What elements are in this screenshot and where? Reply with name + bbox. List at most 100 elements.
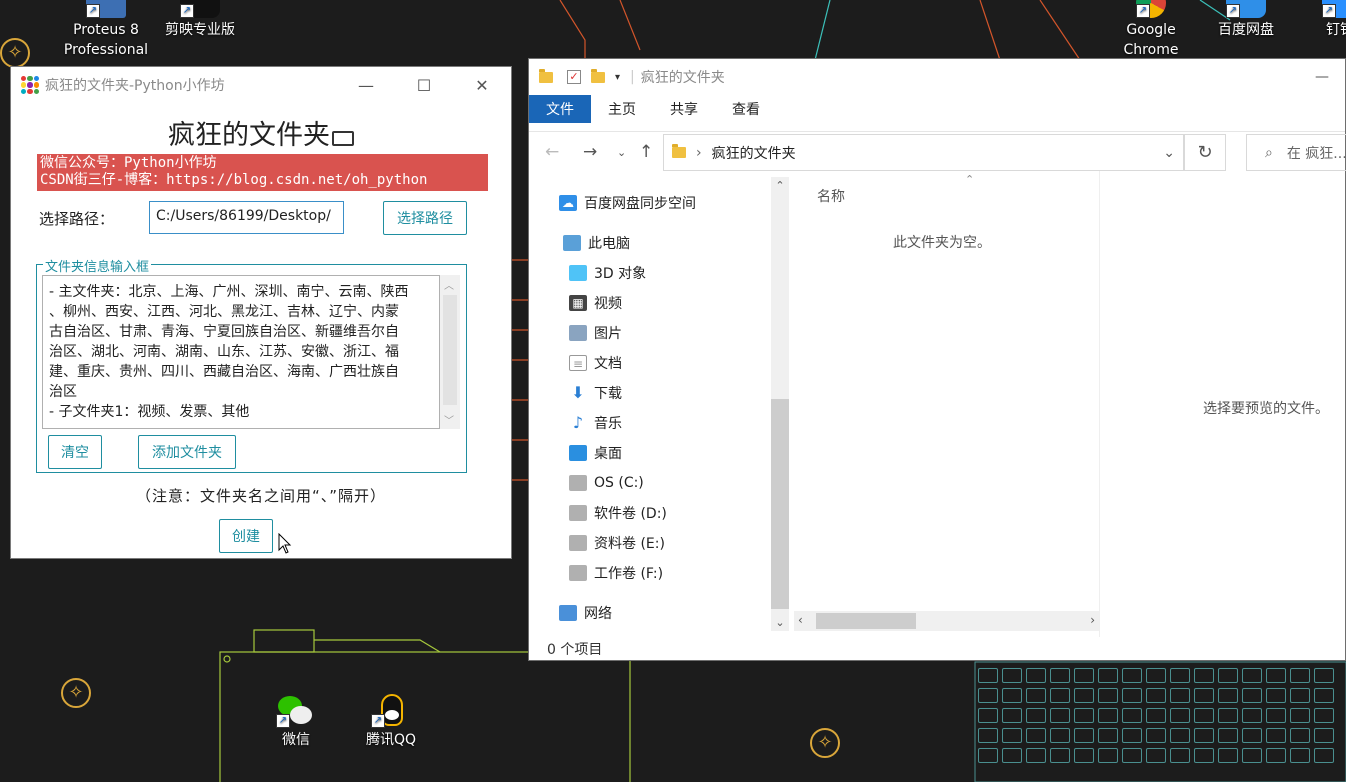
content-horizontal-scrollbar[interactable]: ‹ › [794,611,1099,631]
column-header-name[interactable]: 名称 [817,186,845,206]
checkmark-icon[interactable]: ✓ [567,70,581,84]
close-button[interactable]: ✕ [453,67,511,103]
keyboard-key [1122,668,1142,683]
folder-outline-icon [332,131,354,146]
keyboard-key [1218,688,1238,703]
nav-item-downloads[interactable]: ⬇ 下载 [569,381,622,405]
new-folder-icon[interactable] [591,68,605,83]
add-folder-button[interactable]: 添加文件夹 [138,435,236,469]
minimize-button[interactable]: — [337,67,395,103]
desktop-icon-dingtalk[interactable]: ↗ 钉钉 [1300,0,1346,40]
create-button[interactable]: 创建 [219,519,273,553]
breadcrumb-chevron-icon[interactable]: › [696,145,702,161]
address-bar[interactable]: › 疯狂的文件夹 ⌄ [663,134,1184,171]
keyboard-key [1266,668,1286,683]
quick-access-dropdown-icon[interactable]: ▾ [615,72,620,83]
scrollbar-thumb[interactable] [443,295,457,405]
text-line: 治区、湖北、河南、湖南、山东、江苏、安徽、浙江、福 [49,344,399,360]
maximize-button[interactable]: ☐ [395,67,453,103]
keyboard-key [978,708,998,723]
nav-item-drive-c[interactable]: OS (C:) [569,471,644,495]
nav-item-3d-objects[interactable]: 3D 对象 [569,261,646,285]
nav-item-this-pc[interactable]: 此电脑 [563,231,630,255]
keyboard-key [1218,708,1238,723]
desktop-icon-label: Google Chrome [1123,22,1179,58]
clear-button[interactable]: 清空 [48,435,102,469]
nav-item-drive-f[interactable]: 工作卷 (F:) [569,561,663,585]
keyboard-key [1050,748,1070,763]
text-line: - 子文件夹1：视频、发票、其他 [49,404,250,420]
scrollbar-thumb[interactable] [816,613,916,629]
forward-arrow-icon[interactable]: → [583,142,597,162]
scroll-right-icon[interactable]: › [1090,613,1095,627]
desktop-icon-qq[interactable]: ↗ 腾讯QQ [341,694,441,750]
refresh-icon[interactable]: ↻ [1184,134,1226,171]
keyboard-key [1314,688,1334,703]
tab-view[interactable]: 查看 [715,95,777,123]
status-item-count: 0 个项目 [547,642,603,658]
pictures-icon [569,325,587,341]
nav-item-label: 下载 [594,386,622,402]
nav-item-drive-e[interactable]: 资料卷 (E:) [569,531,665,555]
address-dropdown-icon[interactable]: ⌄ [1163,145,1175,161]
tab-file[interactable]: 文件 [529,95,591,123]
desktop-icon-jianying[interactable]: ↗ 剪映专业版 [150,0,250,40]
nav-item-music[interactable]: ♪ 音乐 [569,411,622,435]
search-input[interactable]: ⌕ 在 疯狂... [1246,134,1346,171]
keyboard-key [1074,668,1094,683]
nav-item-desktop[interactable]: 桌面 [569,441,622,465]
recent-dropdown-icon[interactable]: ⌄ [617,146,626,159]
keyboard-key [1194,668,1214,683]
keyboard-key [1170,728,1190,743]
keyboard-key [1146,728,1166,743]
keyboard-key [1002,708,1022,723]
nav-item-baidu-sync[interactable]: ☁ 百度网盘同步空间 [559,191,696,215]
keyboard-key [1266,728,1286,743]
desktop-icon-chrome[interactable]: ↗ Google Chrome [1101,0,1201,60]
nav-item-label: 工作卷 (F:) [594,566,664,582]
keyboard-key [1242,708,1262,723]
desktop-icon-label: 钉钉 [1326,22,1346,38]
scroll-left-icon[interactable]: ‹ [798,613,803,627]
app-heading: 疯狂的文件夹 [11,113,511,152]
scroll-down-icon[interactable]: ﹀ [444,412,454,427]
desktop-icon-wechat[interactable]: ↗ 微信 [246,694,346,750]
minimize-button[interactable]: — [1315,69,1345,85]
nav-pane-scrollbar[interactable]: ⌃ ⌄ [771,177,789,631]
explorer-titlebar[interactable]: ✓ ▾ | 疯狂的文件夹 — [529,59,1345,95]
tab-share[interactable]: 共享 [653,95,715,123]
text-line: 、柳州、西安、江西、河北、黑龙江、吉林、辽宁、内蒙 [49,304,399,320]
keyboard-key [1242,748,1262,763]
desktop-icon-baidu-netdisk[interactable]: ↗ 百度网盘 [1196,0,1296,40]
path-input[interactable]: C:/Users/86199/Desktop/ [149,201,344,234]
desktop-icon-label: 腾讯QQ [365,732,417,748]
up-arrow-icon[interactable]: ↑ [639,142,653,162]
nav-item-network[interactable]: 网络 [559,601,612,625]
folder-info-legend: 文件夹信息输入框 [43,256,152,275]
scroll-up-icon[interactable]: ︿ [444,277,454,292]
keyboard-key [1290,688,1310,703]
scroll-down-icon[interactable]: ⌄ [771,616,789,629]
textarea-scrollbar[interactable]: ︿ ﹀ [440,275,460,429]
tab-home[interactable]: 主页 [591,95,653,123]
back-arrow-icon[interactable]: ← [545,142,559,162]
folder-info-textarea[interactable]: - 主文件夹：北京、上海、广州、深圳、南宁、云南、陕西 、柳州、西安、江西、河北… [42,275,440,429]
nav-item-pictures[interactable]: 图片 [569,321,622,345]
nav-item-label: 文档 [594,356,622,372]
keyboard-key [1194,748,1214,763]
keyboard-key [1074,748,1094,763]
separator-note: （注意：文件夹名之间用“、”隔开） [135,487,387,505]
app-titlebar[interactable]: 疯狂的文件夹-Python小作坊 — ☐ ✕ [11,67,511,103]
keyboard-key [978,728,998,743]
nav-item-documents[interactable]: ≡ 文档 [569,351,622,375]
scrollbar-thumb[interactable] [771,399,789,609]
choose-path-button[interactable]: 选择路径 [383,201,467,235]
keyboard-key [978,668,998,683]
desktop-icon-proteus[interactable]: ↗ Proteus 8 Professional [56,0,156,60]
file-explorer-window: ✓ ▾ | 疯狂的文件夹 — 文件 主页 共享 查看 ← → ⌄ ↑ › 疯狂的… [528,58,1346,661]
nav-item-drive-d[interactable]: 软件卷 (D:) [569,501,667,525]
keyboard-key [1122,728,1142,743]
scroll-up-icon[interactable]: ⌃ [771,179,789,192]
nav-item-label: 此电脑 [588,236,630,252]
nav-item-videos[interactable]: ▦ 视频 [569,291,622,315]
